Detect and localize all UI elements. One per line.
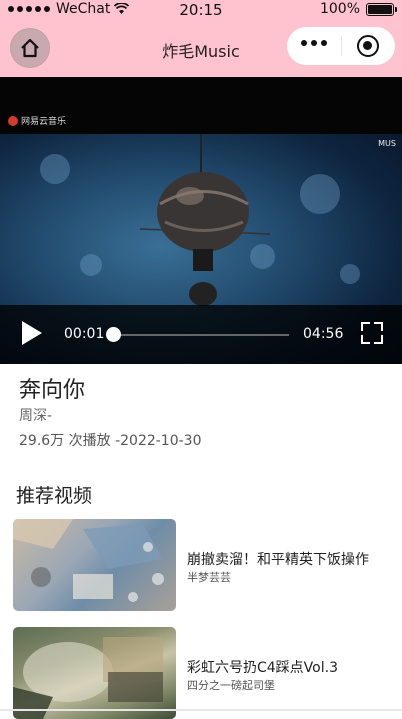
mini-program-capsule bbox=[287, 27, 395, 65]
recommend-item-author: 半梦芸芸 bbox=[187, 571, 231, 584]
battery-status: 100% bbox=[319, 1, 397, 17]
status-bar: WeChat 20:15 100% bbox=[0, 0, 402, 20]
play-stats: 29.6万 次播放 -2022-10-30 bbox=[19, 433, 202, 449]
battery-percent: 100% bbox=[319, 1, 360, 17]
fullscreen-icon[interactable] bbox=[361, 322, 383, 344]
singer-name[interactable]: 周深- bbox=[19, 405, 52, 425]
player-controls: 00:01 04:56 bbox=[0, 305, 402, 364]
song-title: 奔向你 bbox=[19, 378, 86, 403]
video-thumbnail[interactable] bbox=[13, 519, 176, 611]
capsule-divider bbox=[341, 36, 342, 56]
recommend-item-title: 崩撤卖溜！和平精英下饭操作 bbox=[187, 552, 369, 568]
target-circle-icon[interactable] bbox=[357, 35, 379, 57]
video-player[interactable]: 网易云音乐 MUS 00:01 04:56 bbox=[0, 77, 402, 364]
recommend-item-author: 四分之一磅起司堡 bbox=[187, 679, 275, 692]
netease-watermark: 网易云音乐 bbox=[8, 114, 66, 127]
progress-track[interactable] bbox=[113, 334, 289, 336]
video-scene-sphere bbox=[139, 134, 271, 306]
video-thumbnail[interactable] bbox=[13, 627, 176, 719]
progress-handle[interactable] bbox=[106, 327, 121, 342]
battery-icon bbox=[366, 2, 397, 16]
play-icon[interactable] bbox=[22, 321, 42, 345]
duration: 04:56 bbox=[303, 326, 344, 342]
video-corner-mark: MUS bbox=[378, 139, 396, 148]
recommend-item-title: 彩虹六号扔C4踩点Vol.3 bbox=[187, 660, 338, 676]
recommend-item[interactable]: 彩虹六号扔C4踩点Vol.3 四分之一磅起司堡 bbox=[13, 627, 398, 719]
current-time: 00:01 bbox=[64, 326, 105, 342]
recommend-item[interactable]: 崩撤卖溜！和平精英下饭操作 半梦芸芸 bbox=[13, 519, 398, 611]
more-dots-icon[interactable] bbox=[301, 40, 327, 46]
recommend-section-title: 推荐视频 bbox=[16, 485, 93, 507]
netease-logo-icon bbox=[8, 115, 18, 126]
nav-bar: 炸毛Music bbox=[0, 20, 402, 77]
